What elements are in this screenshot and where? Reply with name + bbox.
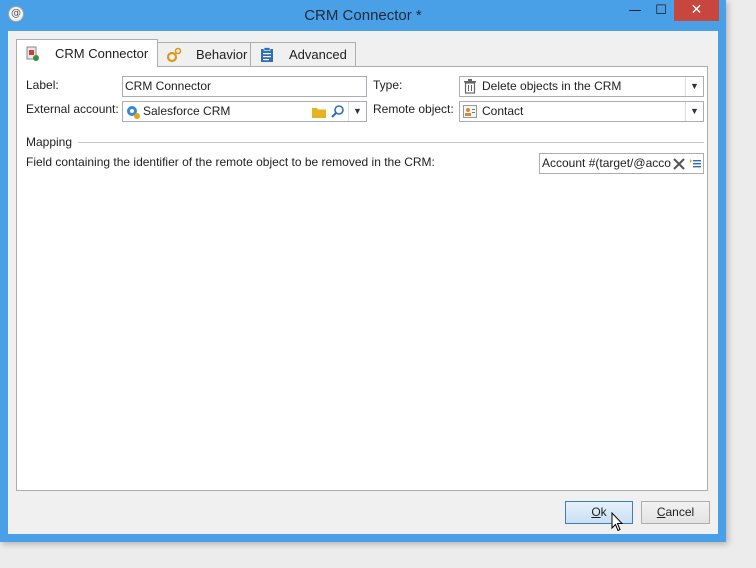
remote-object-value: Contact: [482, 104, 524, 118]
salesforce-gear-icon: [125, 104, 141, 120]
window-title: CRM Connector *: [304, 7, 422, 24]
contact-card-icon: [463, 105, 477, 118]
minimize-button[interactable]: —: [622, 0, 648, 21]
tab-label: Behavior: [196, 47, 248, 62]
mapping-divider: [78, 142, 704, 143]
ok-mnemonic: O: [591, 505, 601, 519]
tab-panel: Label: CRM Connector External account: S…: [16, 66, 708, 491]
dialog-client-area: CRM Connector Behavior Advanced Label: C…: [8, 31, 718, 534]
type-caption: Type:: [373, 78, 403, 92]
gear-icon: [166, 47, 182, 63]
mapping-field-caption: Field containing the identifier of the r…: [26, 155, 435, 169]
maximize-button[interactable]: ☐: [648, 0, 674, 21]
tab-crm-connector[interactable]: CRM Connector: [16, 39, 158, 67]
cancel-label-rest: ancel: [665, 505, 695, 519]
external-account-caption: External account:: [26, 102, 119, 116]
type-select[interactable]: Delete objects in the CRM ▼: [459, 76, 704, 97]
tab-behavior[interactable]: Behavior: [157, 42, 251, 66]
external-account-value: Salesforce CRM: [143, 104, 231, 118]
label-caption: Label:: [26, 78, 59, 92]
search-icon[interactable]: [331, 104, 345, 118]
remote-object-caption: Remote object:: [373, 102, 454, 116]
mapping-section-title: Mapping: [26, 135, 73, 149]
dialog-window: @ CRM Connector * — ☐ ✕ CRM Connector Be…: [0, 0, 726, 542]
crm-connector-icon: [25, 46, 41, 62]
tab-label: CRM Connector: [55, 46, 149, 61]
remote-object-select[interactable]: Contact ▼: [459, 101, 704, 122]
mapping-field-value: Account #(target/@acco: [542, 156, 671, 170]
clipboard-icon: [259, 46, 275, 63]
tab-label: Advanced: [289, 47, 347, 62]
tab-advanced[interactable]: Advanced: [250, 42, 356, 66]
clear-icon[interactable]: [673, 157, 685, 170]
mouse-cursor-icon: [611, 511, 624, 532]
title-bar[interactable]: @ CRM Connector * — ☐ ✕: [0, 0, 726, 31]
chevron-down-icon[interactable]: ▼: [348, 102, 366, 121]
edit-expression-icon[interactable]: [690, 157, 702, 169]
cancel-button[interactable]: Cancel: [641, 501, 710, 524]
close-button[interactable]: ✕: [674, 0, 719, 21]
folder-icon[interactable]: [312, 105, 326, 118]
external-account-combo[interactable]: Salesforce CRM ▼: [122, 101, 367, 122]
chevron-down-icon[interactable]: ▼: [685, 102, 703, 121]
trash-icon: [463, 79, 477, 94]
label-input[interactable]: CRM Connector: [122, 76, 367, 97]
ok-label-rest: k: [600, 505, 607, 519]
chevron-down-icon[interactable]: ▼: [685, 77, 703, 96]
mapping-field-input[interactable]: Account #(target/@acco: [539, 153, 704, 174]
type-value: Delete objects in the CRM: [482, 79, 622, 93]
